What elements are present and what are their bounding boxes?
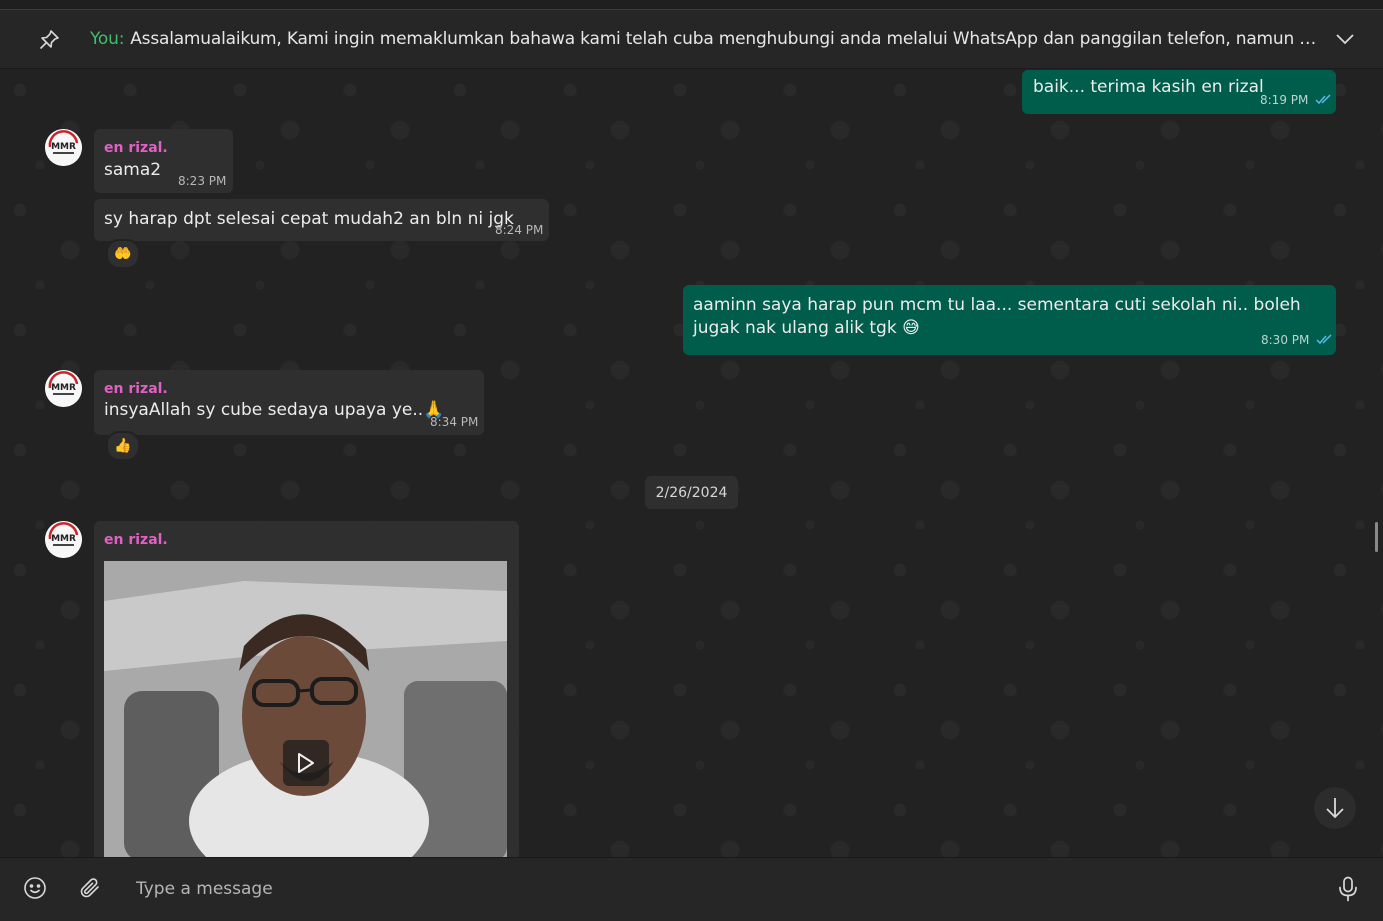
- chat-area[interactable]: baik... terima kasih en rizal 8:19 PM MM…: [0, 70, 1383, 857]
- pinned-message-text: You: Assalamualaikum, Kami ingin memaklum…: [90, 29, 1320, 49]
- play-button[interactable]: [283, 740, 329, 786]
- video-thumbnail[interactable]: [104, 561, 507, 857]
- video-frame-image: [104, 561, 507, 857]
- message-text: sy harap dpt selesai cepat mudah2 an bln…: [104, 209, 514, 229]
- message-reaction[interactable]: 🤲: [106, 239, 140, 269]
- message-text: insyaAllah sy cube sedaya upaya ye..🙏: [104, 400, 445, 420]
- play-icon: [298, 753, 314, 773]
- chevron-down-icon[interactable]: [1335, 31, 1355, 47]
- sender-name[interactable]: en rizal.: [104, 140, 168, 156]
- scroll-to-bottom-button[interactable]: [1314, 787, 1356, 829]
- message-input[interactable]: [134, 874, 1288, 904]
- emoji-icon[interactable]: [23, 876, 47, 900]
- svg-text:MMR: MMR: [51, 142, 76, 152]
- avatar[interactable]: MMR: [45, 129, 82, 166]
- message-reaction[interactable]: 👍: [106, 431, 140, 461]
- double-check-icon: [1315, 94, 1331, 105]
- avatar[interactable]: MMR: [45, 370, 82, 407]
- message-text: baik... terima kasih en rizal: [1033, 77, 1264, 97]
- message-text: sama2: [104, 160, 162, 180]
- mic-icon[interactable]: [1337, 876, 1359, 902]
- window-top-border: [0, 0, 1383, 10]
- double-check-icon: [1316, 334, 1332, 345]
- arrow-down-icon: [1326, 798, 1344, 819]
- svg-text:MMR: MMR: [51, 383, 76, 393]
- pinned-sender: You:: [90, 29, 125, 49]
- sender-name[interactable]: en rizal.: [104, 532, 168, 548]
- message-time: 8:23 PM: [178, 174, 227, 188]
- mmr-logo-icon: MMR: [45, 521, 82, 558]
- date-divider: 2/26/2024: [645, 476, 738, 509]
- message-time: 8:30 PM: [1261, 333, 1334, 347]
- svg-text:MMR: MMR: [51, 534, 76, 544]
- message-time: 8:19 PM: [1260, 93, 1333, 107]
- message-time: 8:34 PM: [430, 415, 479, 429]
- sender-name[interactable]: en rizal.: [104, 381, 168, 397]
- message-composer: [0, 857, 1383, 921]
- scrollbar-thumb[interactable]: [1375, 522, 1378, 552]
- pinned-message-bar[interactable]: You: Assalamualaikum, Kami ingin memaklum…: [0, 10, 1383, 69]
- pinned-body: Assalamualaikum, Kami ingin memaklumkan …: [130, 29, 1320, 49]
- mmr-logo-icon: MMR: [45, 129, 82, 166]
- avatar[interactable]: MMR: [45, 521, 82, 558]
- message-time: 8:24 PM: [495, 223, 544, 237]
- pin-icon: [39, 30, 59, 50]
- attach-icon[interactable]: [78, 876, 102, 900]
- message-text: aaminn saya harap pun mcm tu laa... seme…: [693, 295, 1301, 338]
- mmr-logo-icon: MMR: [45, 370, 82, 407]
